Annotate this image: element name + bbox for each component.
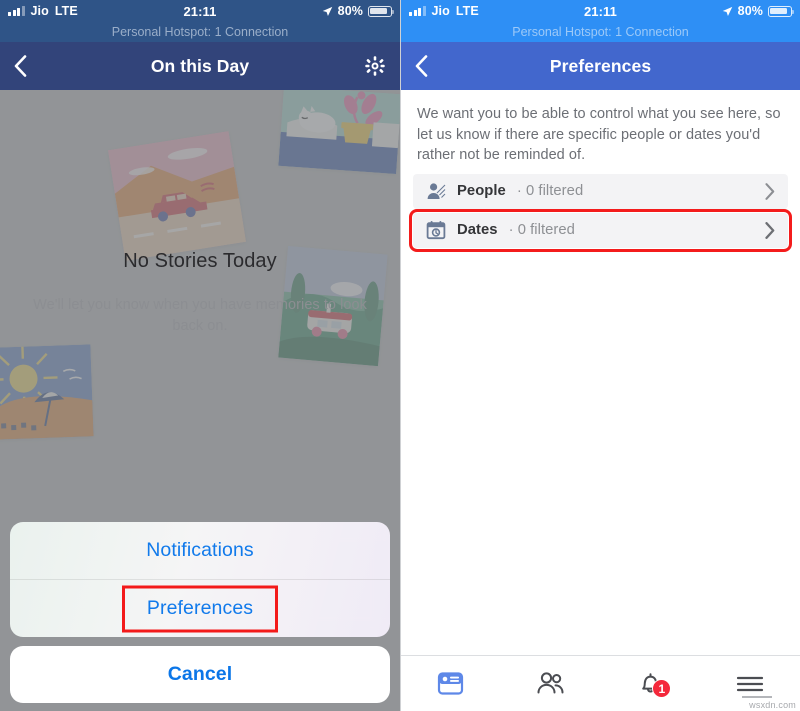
battery-percent-label: 80%: [737, 4, 763, 18]
action-sheet-cancel-button[interactable]: Cancel: [10, 646, 390, 703]
watermark-line: [742, 696, 772, 698]
location-arrow-icon: [722, 6, 732, 16]
signal-bars-icon: [409, 6, 426, 16]
left-navbar: On this Day: [0, 42, 400, 90]
status-bar-left: Jio LTE 21:11 80%: [0, 0, 400, 22]
action-sheet-group: Notifications Preferences: [10, 522, 390, 637]
left-phone-screen: Jio LTE 21:11 80% Personal Hotspot: 1 Co…: [0, 0, 400, 711]
network-label: LTE: [54, 4, 78, 18]
row-label: Dates: [457, 222, 498, 238]
preferences-content: We want you to be able to control what y…: [401, 90, 800, 655]
action-sheet-item-preferences[interactable]: Preferences: [10, 580, 390, 637]
empty-state-title: No Stories Today: [123, 250, 277, 272]
battery-icon: [368, 5, 395, 17]
watermark-label: wsxdn.com: [749, 700, 796, 710]
empty-state-subtitle: We'll let you know when you have memorie…: [33, 297, 367, 334]
news-feed-icon: [438, 672, 464, 695]
tab-notifications[interactable]: 1: [601, 670, 701, 698]
status-bar-left-group: Jio LTE: [409, 4, 479, 18]
chevron-left-icon[interactable]: [415, 55, 428, 77]
status-bar-right: Jio LTE 21:11 80%: [401, 0, 800, 22]
page-title: Preferences: [549, 55, 652, 76]
friends-icon: [537, 672, 564, 694]
right-phone-screen: Jio LTE 21:11 80% Personal Hotspot: 1 Co…: [400, 0, 800, 711]
status-bar-right-group: 80%: [722, 4, 795, 18]
chevron-left-icon[interactable]: [14, 55, 27, 77]
dual-screenshot: Jio LTE 21:11 80% Personal Hotspot: 1 Co…: [0, 0, 800, 711]
location-arrow-icon: [322, 6, 332, 16]
bottom-tab-bar: 1 wsxdn.com: [401, 655, 800, 711]
gear-icon[interactable]: [364, 55, 386, 77]
tab-friends[interactable]: [501, 670, 601, 697]
hotspot-banner-left: Personal Hotspot: 1 Connection: [0, 22, 400, 42]
status-bar-right-group: 80%: [322, 4, 395, 18]
tab-news-feed[interactable]: [401, 670, 501, 697]
chevron-right-icon: [765, 182, 775, 200]
people-filtered-icon: [427, 183, 446, 199]
network-label: LTE: [455, 4, 479, 18]
status-bar-left-group: Jio LTE: [8, 4, 78, 18]
page-title: On this Day: [150, 55, 250, 76]
tab-menu[interactable]: [700, 674, 800, 694]
notification-badge: 1: [652, 679, 672, 698]
battery-percent-label: 80%: [337, 4, 363, 18]
row-meta: · 0 filtered: [516, 183, 584, 199]
chevron-right-icon: [765, 221, 775, 239]
hotspot-banner-right: Personal Hotspot: 1 Connection: [401, 22, 800, 42]
action-sheet: Notifications Preferences Cancel: [10, 522, 390, 703]
empty-state: No Stories Today We'll let you know when…: [0, 250, 400, 337]
preferences-row-dates[interactable]: Dates · 0 filtered: [409, 208, 792, 252]
carrier-label: Jio: [30, 4, 49, 18]
row-label: People: [457, 183, 506, 199]
right-navbar: Preferences: [401, 42, 800, 90]
row-meta: · 0 filtered: [508, 222, 575, 238]
battery-icon: [768, 5, 795, 17]
carrier-label: Jio: [431, 4, 450, 18]
action-sheet-item-notifications[interactable]: Notifications: [10, 522, 390, 579]
preferences-row-people[interactable]: People · 0 filtered: [413, 173, 788, 209]
preferences-list: People · 0 filtered Dates · 0 filtered: [401, 173, 800, 252]
calendar-icon: [426, 221, 446, 240]
hamburger-menu-icon: [737, 676, 764, 691]
preferences-description: We want you to be able to control what y…: [417, 106, 781, 163]
signal-bars-icon: [8, 6, 25, 16]
